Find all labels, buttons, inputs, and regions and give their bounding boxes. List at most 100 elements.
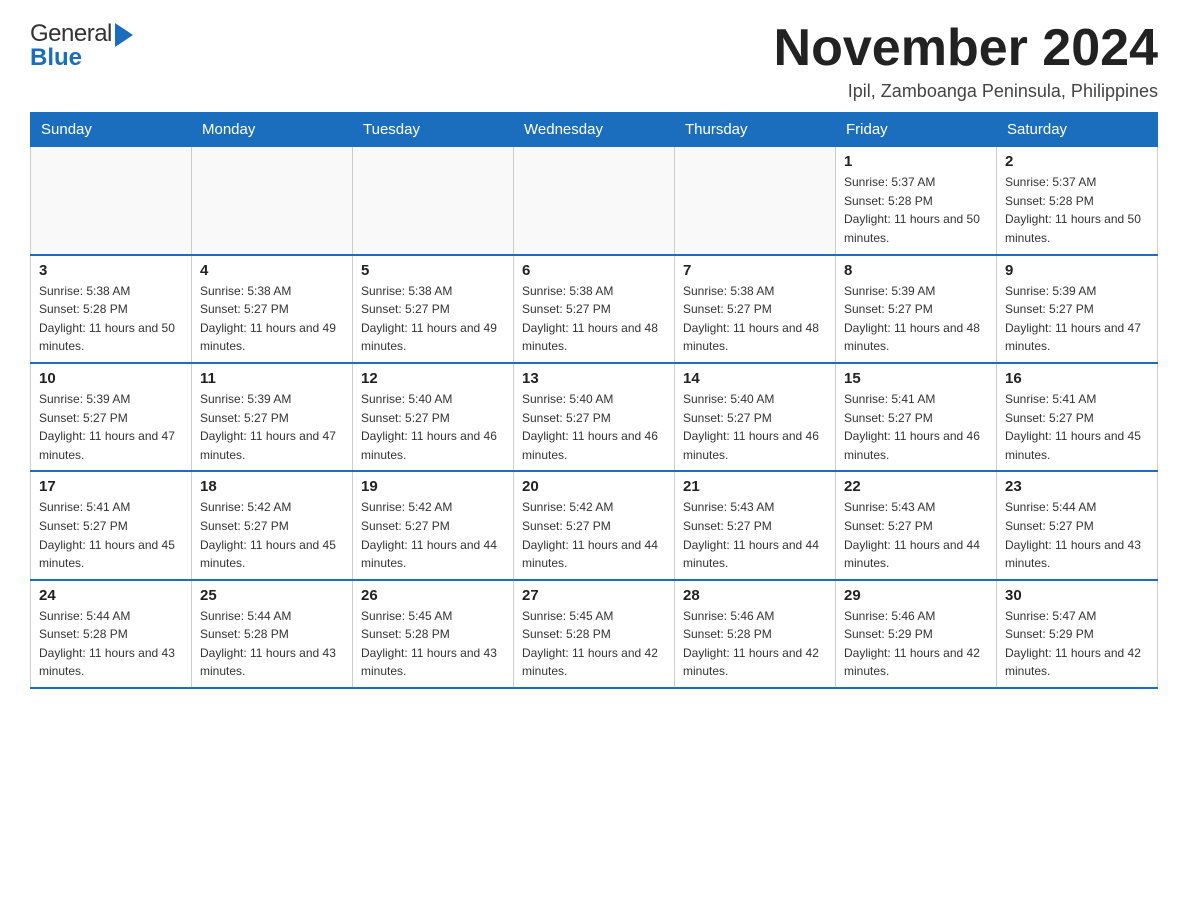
- day-info: Sunrise: 5:39 AMSunset: 5:27 PMDaylight:…: [200, 390, 344, 464]
- logo: General Blue: [30, 20, 133, 72]
- day-info: Sunrise: 5:41 AMSunset: 5:27 PMDaylight:…: [1005, 390, 1149, 464]
- calendar-cell: 15 Sunrise: 5:41 AMSunset: 5:27 PMDayligh…: [836, 363, 997, 471]
- calendar-header-row: SundayMondayTuesdayWednesdayThursdayFrid…: [31, 113, 1158, 147]
- calendar-day-header: Wednesday: [514, 113, 675, 147]
- day-info: Sunrise: 5:43 AMSunset: 5:27 PMDaylight:…: [683, 498, 827, 572]
- day-info: Sunrise: 5:42 AMSunset: 5:27 PMDaylight:…: [361, 498, 505, 572]
- calendar-cell: 16 Sunrise: 5:41 AMSunset: 5:27 PMDayligh…: [997, 363, 1158, 471]
- calendar-day-header: Saturday: [997, 113, 1158, 147]
- calendar-day-header: Monday: [192, 113, 353, 147]
- day-info: Sunrise: 5:38 AMSunset: 5:27 PMDaylight:…: [522, 282, 666, 356]
- calendar-cell: [31, 147, 192, 255]
- calendar-cell: 25 Sunrise: 5:44 AMSunset: 5:28 PMDayligh…: [192, 580, 353, 688]
- calendar-table: SundayMondayTuesdayWednesdayThursdayFrid…: [30, 112, 1158, 689]
- page-header: General Blue November 2024 Ipil, Zamboan…: [30, 20, 1158, 102]
- day-info: Sunrise: 5:39 AMSunset: 5:27 PMDaylight:…: [1005, 282, 1149, 356]
- calendar-cell: 30 Sunrise: 5:47 AMSunset: 5:29 PMDayligh…: [997, 580, 1158, 688]
- calendar-cell: 7 Sunrise: 5:38 AMSunset: 5:27 PMDaylight…: [675, 255, 836, 363]
- day-number: 21: [683, 478, 827, 495]
- calendar-cell: [192, 147, 353, 255]
- day-number: 4: [200, 262, 344, 279]
- day-number: 25: [200, 587, 344, 604]
- calendar-cell: 28 Sunrise: 5:46 AMSunset: 5:28 PMDayligh…: [675, 580, 836, 688]
- day-number: 23: [1005, 478, 1149, 495]
- day-number: 22: [844, 478, 988, 495]
- calendar-week-row: 10 Sunrise: 5:39 AMSunset: 5:27 PMDayligh…: [31, 363, 1158, 471]
- day-info: Sunrise: 5:44 AMSunset: 5:28 PMDaylight:…: [200, 607, 344, 681]
- day-info: Sunrise: 5:44 AMSunset: 5:27 PMDaylight:…: [1005, 498, 1149, 572]
- calendar-cell: 22 Sunrise: 5:43 AMSunset: 5:27 PMDayligh…: [836, 471, 997, 579]
- day-number: 12: [361, 370, 505, 387]
- logo-blue-text: Blue: [30, 44, 82, 72]
- logo-arrow-icon: [115, 23, 133, 47]
- day-info: Sunrise: 5:39 AMSunset: 5:27 PMDaylight:…: [844, 282, 988, 356]
- calendar-cell: 26 Sunrise: 5:45 AMSunset: 5:28 PMDayligh…: [353, 580, 514, 688]
- title-section: November 2024 Ipil, Zamboanga Peninsula,…: [774, 20, 1158, 102]
- day-info: Sunrise: 5:38 AMSunset: 5:27 PMDaylight:…: [200, 282, 344, 356]
- calendar-cell: 2Sunrise: 5:37 AMSunset: 5:28 PMDaylight…: [997, 147, 1158, 255]
- day-info: Sunrise: 5:41 AMSunset: 5:27 PMDaylight:…: [844, 390, 988, 464]
- day-info: Sunrise: 5:40 AMSunset: 5:27 PMDaylight:…: [683, 390, 827, 464]
- calendar-day-header: Sunday: [31, 113, 192, 147]
- calendar-cell: 3Sunrise: 5:38 AMSunset: 5:28 PMDaylight…: [31, 255, 192, 363]
- calendar-cell: 11 Sunrise: 5:39 AMSunset: 5:27 PMDayligh…: [192, 363, 353, 471]
- calendar-cell: 9 Sunrise: 5:39 AMSunset: 5:27 PMDaylight…: [997, 255, 1158, 363]
- day-number: 10: [39, 370, 183, 387]
- calendar-cell: 21 Sunrise: 5:43 AMSunset: 5:27 PMDayligh…: [675, 471, 836, 579]
- calendar-week-row: 17 Sunrise: 5:41 AMSunset: 5:27 PMDayligh…: [31, 471, 1158, 579]
- day-info: Sunrise: 5:42 AMSunset: 5:27 PMDaylight:…: [522, 498, 666, 572]
- day-number: 1: [844, 153, 988, 170]
- day-info: Sunrise: 5:38 AMSunset: 5:27 PMDaylight:…: [683, 282, 827, 356]
- day-number: 5: [361, 262, 505, 279]
- day-number: 29: [844, 587, 988, 604]
- day-number: 2: [1005, 153, 1149, 170]
- calendar-cell: 10Sunrise: 5:39 AMSunset: 5:27 PMDayligh…: [31, 363, 192, 471]
- day-number: 3: [39, 262, 183, 279]
- day-info: Sunrise: 5:37 AMSunset: 5:28 PMDaylight:…: [844, 173, 988, 247]
- day-info: Sunrise: 5:45 AMSunset: 5:28 PMDaylight:…: [522, 607, 666, 681]
- calendar-cell: [514, 147, 675, 255]
- calendar-cell: [353, 147, 514, 255]
- calendar-cell: 14 Sunrise: 5:40 AMSunset: 5:27 PMDayligh…: [675, 363, 836, 471]
- calendar-cell: 5Sunrise: 5:38 AMSunset: 5:27 PMDaylight…: [353, 255, 514, 363]
- calendar-cell: 27Sunrise: 5:45 AMSunset: 5:28 PMDayligh…: [514, 580, 675, 688]
- day-number: 9: [1005, 262, 1149, 279]
- calendar-cell: 17 Sunrise: 5:41 AMSunset: 5:27 PMDayligh…: [31, 471, 192, 579]
- day-number: 16: [1005, 370, 1149, 387]
- calendar-cell: 19 Sunrise: 5:42 AMSunset: 5:27 PMDayligh…: [353, 471, 514, 579]
- day-info: Sunrise: 5:47 AMSunset: 5:29 PMDaylight:…: [1005, 607, 1149, 681]
- calendar-day-header: Tuesday: [353, 113, 514, 147]
- day-number: 26: [361, 587, 505, 604]
- day-info: Sunrise: 5:45 AMSunset: 5:28 PMDaylight:…: [361, 607, 505, 681]
- calendar-day-header: Friday: [836, 113, 997, 147]
- day-number: 11: [200, 370, 344, 387]
- day-number: 20: [522, 478, 666, 495]
- calendar-cell: 20 Sunrise: 5:42 AMSunset: 5:27 PMDayligh…: [514, 471, 675, 579]
- day-number: 18: [200, 478, 344, 495]
- day-info: Sunrise: 5:40 AMSunset: 5:27 PMDaylight:…: [522, 390, 666, 464]
- calendar-week-row: 24 Sunrise: 5:44 AMSunset: 5:28 PMDayligh…: [31, 580, 1158, 688]
- day-number: 14: [683, 370, 827, 387]
- day-info: Sunrise: 5:43 AMSunset: 5:27 PMDaylight:…: [844, 498, 988, 572]
- day-number: 28: [683, 587, 827, 604]
- day-number: 24: [39, 587, 183, 604]
- calendar-cell: [675, 147, 836, 255]
- day-number: 7: [683, 262, 827, 279]
- day-number: 17: [39, 478, 183, 495]
- day-info: Sunrise: 5:46 AMSunset: 5:29 PMDaylight:…: [844, 607, 988, 681]
- calendar-week-row: 3Sunrise: 5:38 AMSunset: 5:28 PMDaylight…: [31, 255, 1158, 363]
- calendar-cell: 6 Sunrise: 5:38 AMSunset: 5:27 PMDaylight…: [514, 255, 675, 363]
- calendar-cell: 23 Sunrise: 5:44 AMSunset: 5:27 PMDayligh…: [997, 471, 1158, 579]
- day-number: 30: [1005, 587, 1149, 604]
- day-number: 6: [522, 262, 666, 279]
- calendar-day-header: Thursday: [675, 113, 836, 147]
- day-info: Sunrise: 5:46 AMSunset: 5:28 PMDaylight:…: [683, 607, 827, 681]
- day-info: Sunrise: 5:41 AMSunset: 5:27 PMDaylight:…: [39, 498, 183, 572]
- calendar-cell: 13Sunrise: 5:40 AMSunset: 5:27 PMDayligh…: [514, 363, 675, 471]
- calendar-week-row: 1 Sunrise: 5:37 AMSunset: 5:28 PMDaylight…: [31, 147, 1158, 255]
- day-number: 15: [844, 370, 988, 387]
- day-info: Sunrise: 5:44 AMSunset: 5:28 PMDaylight:…: [39, 607, 183, 681]
- day-number: 19: [361, 478, 505, 495]
- day-number: 8: [844, 262, 988, 279]
- calendar-cell: 24 Sunrise: 5:44 AMSunset: 5:28 PMDayligh…: [31, 580, 192, 688]
